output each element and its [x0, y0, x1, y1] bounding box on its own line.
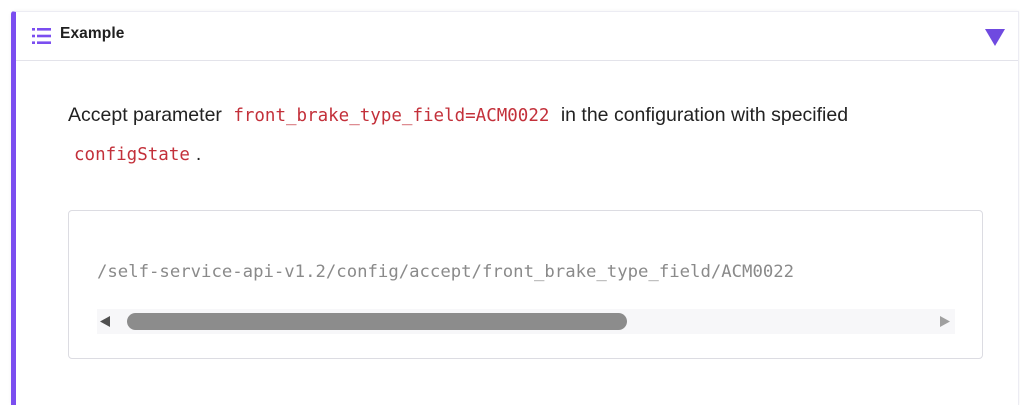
description-period: . [195, 143, 202, 165]
triangle-down-icon[interactable] [985, 29, 1005, 46]
example-header[interactable]: Example [16, 12, 1018, 61]
code-block: /self-service-api-v1.2/config/accept/fro… [68, 210, 983, 359]
horizontal-scrollbar[interactable] [97, 309, 955, 334]
description-text: in the configuration with specified [560, 104, 849, 126]
code-line: /self-service-api-v1.2/config/accept/fro… [97, 262, 795, 282]
scroll-left-arrow-icon[interactable] [100, 316, 110, 327]
scrollbar-thumb[interactable] [127, 313, 627, 330]
description-text: Accept parameter [68, 104, 222, 126]
scroll-right-arrow-icon[interactable] [940, 316, 950, 327]
example-title: Example [60, 25, 125, 42]
example-panel: Example Accept parameter front_brake_typ… [11, 11, 1019, 405]
param-code: front_brake_type_field=ACM0022 [233, 106, 550, 126]
numbered-list-icon [32, 28, 51, 44]
example-description: Accept parameter front_brake_type_field=… [68, 96, 948, 174]
code-scroll-area[interactable]: /self-service-api-v1.2/config/accept/fro… [97, 257, 955, 287]
config-state-code: configState [74, 145, 190, 165]
